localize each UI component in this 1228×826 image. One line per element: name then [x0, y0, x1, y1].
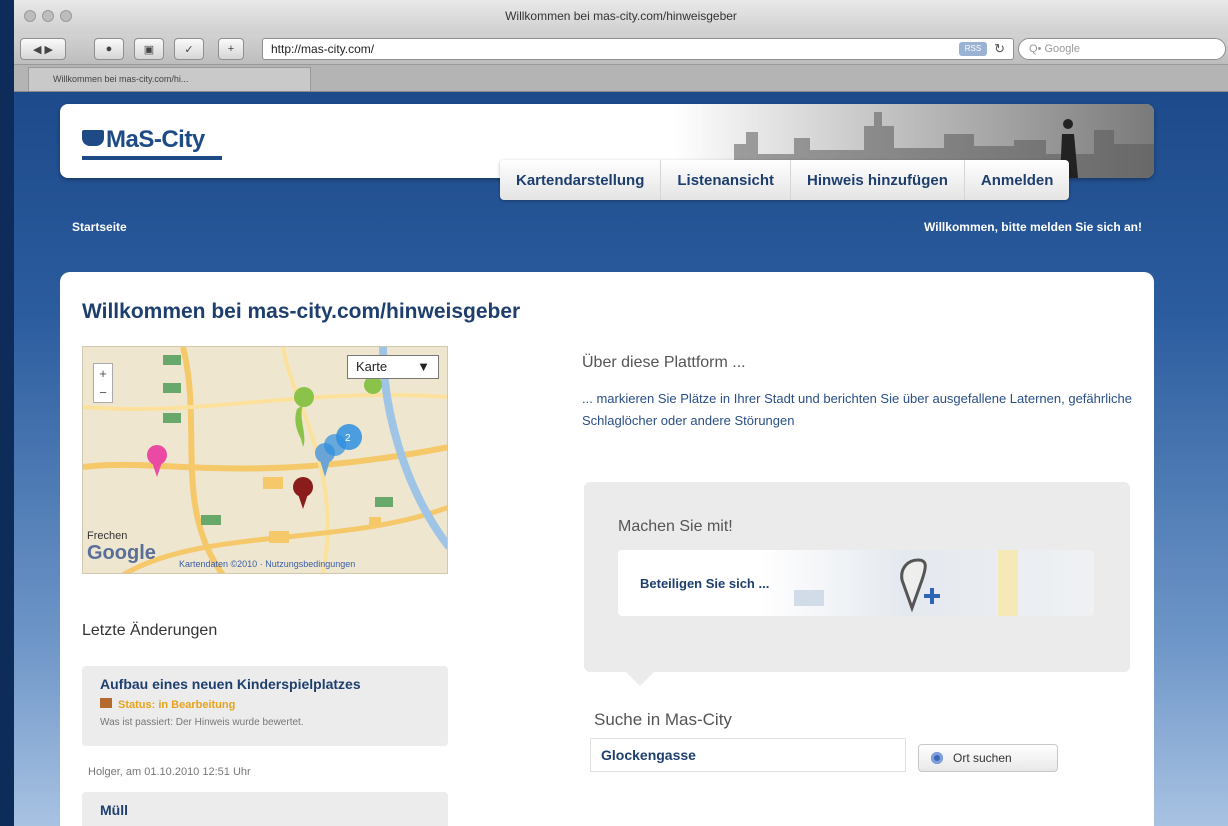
nav-add-report[interactable]: Hinweis hinzufügen — [791, 160, 965, 200]
recent-changes-title: Letzte Änderungen — [82, 622, 218, 639]
change-item[interactable]: Müll — [82, 792, 448, 826]
change-item-title[interactable]: Müll — [100, 802, 430, 818]
history-button[interactable]: ● — [94, 38, 124, 60]
url-text: http://mas-city.com/ — [271, 42, 375, 56]
map-type-select[interactable]: Karte ▼ — [347, 355, 439, 379]
reload-icon[interactable]: ↻ — [994, 41, 1005, 57]
zoom-out-icon[interactable]: − — [99, 385, 107, 400]
status-text: Status: in Bearbeitung — [118, 699, 236, 711]
back-icon[interactable]: ◀ — [33, 43, 41, 56]
main-navigation: Kartendarstellung Listenansicht Hinweis … — [500, 160, 1070, 200]
join-box: Machen Sie mit! Beteiligen Sie sich ... — [584, 482, 1130, 672]
browser-search-field[interactable]: Q• Google — [1018, 38, 1226, 60]
history-icon: ● — [105, 43, 113, 55]
zoom-in-icon[interactable]: + — [99, 366, 107, 381]
logo-emblem-icon — [82, 130, 104, 146]
change-item-meta: Holger, am 01.10.2010 12:51 Uhr — [88, 766, 251, 778]
content-panel: Willkommen bei mas-city.com/hinweisgeber — [60, 272, 1154, 826]
logo-underline — [82, 156, 222, 160]
about-title: Über diese Plattform ... — [582, 354, 746, 371]
browser-toolbar: ◀ ▶ ● ▣ ✓ + http://mas-city.com/ RSS ↻ Q… — [14, 34, 1228, 64]
participate-link[interactable]: Beteiligen Sie sich ... — [640, 576, 769, 591]
join-banner[interactable]: Beteiligen Sie sich ... — [618, 550, 1094, 616]
google-logo-text: Google — [87, 542, 156, 564]
change-item-description: Was ist passiert: Der Hinweis wurde bewe… — [100, 717, 304, 728]
forward-icon[interactable]: ▶ — [45, 43, 53, 56]
map-widget[interactable]: 2 + − Karte ▼ Frechen Google Kartendaten… — [82, 346, 448, 574]
rss-icon[interactable]: RSS — [959, 42, 987, 56]
join-title: Machen Sie mit! — [618, 518, 733, 535]
map-type-value: Karte — [356, 359, 388, 374]
about-text: ... markieren Sie Plätze in Ihrer Stadt … — [582, 391, 1132, 428]
sidebar-button[interactable]: ▣ — [134, 38, 164, 60]
tab-bar: Willkommen bei mas-city.com/hi... — [14, 64, 1228, 92]
plus-icon: + — [227, 43, 235, 55]
nav-login[interactable]: Anmelden — [965, 160, 1070, 200]
window-title: Willkommen bei mas-city.com/hinweisgeber — [505, 9, 737, 23]
search-title: Suche in Mas-City — [594, 710, 732, 729]
map-copyright[interactable]: Kartendaten ©2010 · Nutzungsbedingungen — [179, 559, 355, 569]
web-page: MaS-City Kartendarstellung Listenansicht… — [14, 92, 1228, 826]
chevron-down-icon: ▼ — [417, 359, 430, 374]
bookmark-icon: ✓ — [184, 43, 194, 56]
breadcrumb[interactable]: Startseite — [72, 220, 127, 234]
location-search-input[interactable] — [590, 738, 906, 772]
site-logo[interactable]: MaS-City — [82, 126, 222, 160]
callout-arrow — [626, 672, 654, 686]
nav-list-view[interactable]: Listenansicht — [661, 160, 792, 200]
back-forward-button[interactable]: ◀ ▶ — [20, 38, 66, 60]
url-bar[interactable]: http://mas-city.com/ RSS ↻ — [262, 38, 1014, 60]
map-zoom-control[interactable]: + − — [93, 363, 113, 403]
browser-tab-active[interactable]: Willkommen bei mas-city.com/hi... — [28, 67, 311, 91]
marker-cluster-count[interactable]: 2 — [345, 433, 351, 444]
search-location-button[interactable]: Ort suchen — [918, 744, 1058, 772]
google-logo: Frechen Google — [87, 530, 156, 565]
logo-text: MaS-City — [106, 126, 205, 153]
change-item[interactable]: Aufbau eines neuen Kinderspielplatzes St… — [82, 666, 448, 746]
page-title: Willkommen bei mas-city.com/hinweisgeber — [82, 300, 521, 323]
construction-icon — [100, 698, 112, 708]
new-tab-button[interactable]: + — [218, 38, 244, 60]
map-place-label: Frechen — [87, 530, 128, 542]
bookmark-button[interactable]: ✓ — [174, 38, 204, 60]
title-bar: Willkommen bei mas-city.com/hinweisgeber — [14, 0, 1228, 34]
sidebar-icon: ▣ — [143, 43, 155, 56]
change-item-title[interactable]: Aufbau eines neuen Kinderspielplatzes — [100, 676, 430, 692]
search-button-label: Ort suchen — [953, 751, 1012, 765]
browser-window: Willkommen bei mas-city.com/hinweisgeber… — [14, 0, 1228, 826]
nav-map-view[interactable]: Kartendarstellung — [500, 160, 662, 200]
change-item-status: Status: in Bearbeitung — [100, 698, 430, 711]
welcome-message: Willkommen, bitte melden Sie sich an! — [924, 220, 1142, 234]
search-button-icon — [931, 752, 943, 764]
